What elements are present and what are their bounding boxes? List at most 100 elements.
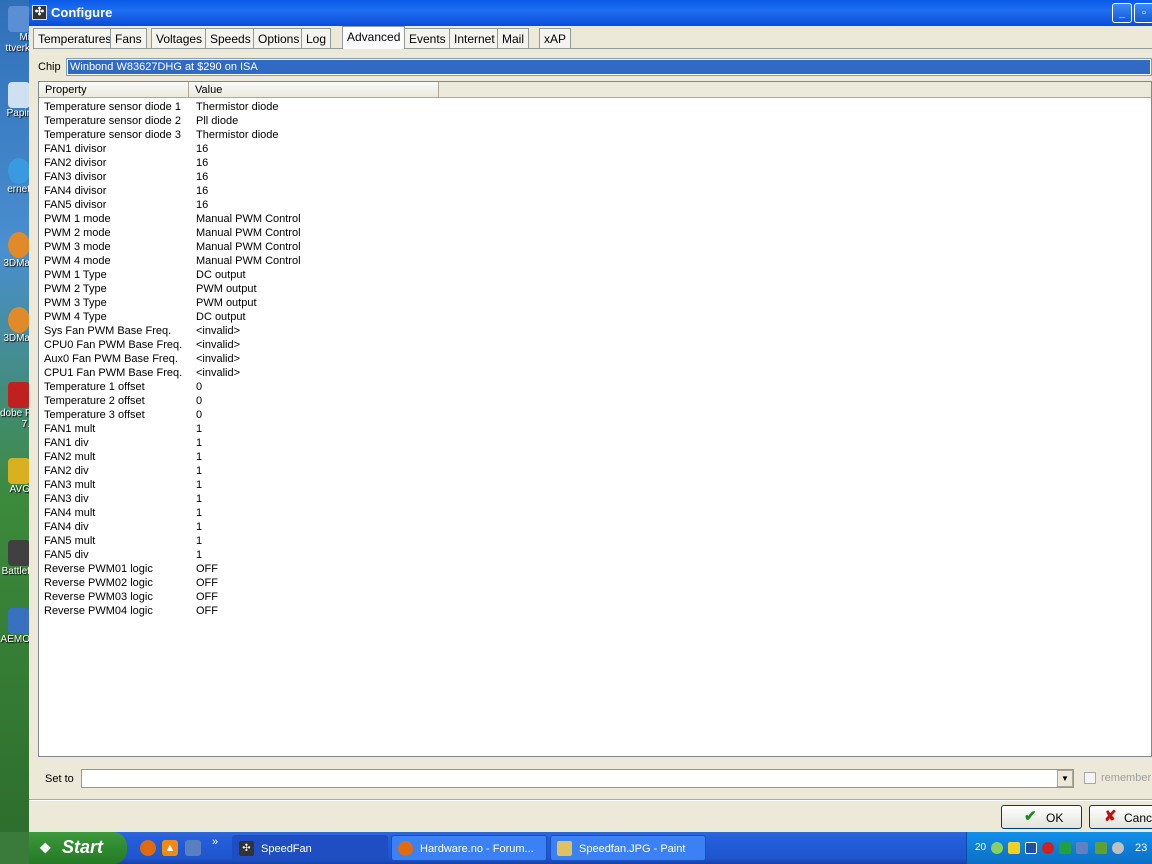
antivirus-icon[interactable]	[1042, 842, 1054, 854]
table-row[interactable]: FAN3 mult 1	[39, 478, 1151, 492]
table-row[interactable]: PWM 2 mode Manual PWM Control	[39, 226, 1151, 240]
tab-speeds[interactable]: Speeds	[205, 28, 256, 48]
chevron-down-icon[interactable]: ▼	[1057, 770, 1073, 787]
desktop-icon-avg[interactable]: AVG	[0, 458, 30, 495]
table-row[interactable]: Temperature sensor diode 2 Pll diode	[39, 114, 1151, 128]
desktop-icon-battlefield[interactable]: Battlef	[0, 540, 30, 577]
table-row[interactable]: Temperature sensor diode 3 Thermistor dio…	[39, 128, 1151, 142]
table-row[interactable]: PWM 4 Type DC output	[39, 310, 1151, 324]
desktop-icon-network[interactable]: Mi ttverk	[0, 6, 30, 54]
task-firefox[interactable]: Hardware.no - Forum...	[391, 835, 547, 861]
volume-icon[interactable]	[1112, 842, 1124, 854]
set-to-combobox[interactable]	[81, 769, 1074, 788]
table-row[interactable]: FAN5 divisor 16	[39, 198, 1151, 212]
tab-voltages[interactable]: Voltages	[151, 28, 208, 48]
title-bar[interactable]: ✣ Configure _ ▫	[29, 0, 1152, 26]
row-property: FAN1 divisor	[44, 143, 107, 155]
network-tray-icon[interactable]	[1076, 842, 1088, 854]
desktop-icon-recycle[interactable]: Papir	[0, 82, 30, 119]
table-row[interactable]: FAN4 div 1	[39, 520, 1151, 534]
row-value: PWM output	[196, 283, 257, 295]
tab-log[interactable]: Log	[301, 28, 332, 48]
start-button[interactable]: ❖ Start	[29, 832, 127, 864]
3dmark-icon	[8, 307, 30, 333]
task-paint[interactable]: Speedfan.JPG - Paint	[550, 835, 706, 861]
vlc-icon[interactable]: ▲	[162, 840, 178, 856]
table-row[interactable]: PWM 1 Type DC output	[39, 268, 1151, 282]
tab-temperatures[interactable]: Temperatures	[33, 28, 117, 48]
desktop-icon-aemon[interactable]: AEMO	[0, 608, 30, 645]
firefox-icon[interactable]	[140, 840, 156, 856]
table-row[interactable]: FAN4 mult 1	[39, 506, 1151, 520]
minimize-button[interactable]: _	[1112, 3, 1132, 23]
remember-checkbox[interactable]	[1084, 772, 1096, 784]
column-header-property[interactable]: Property	[39, 82, 189, 97]
tab-advanced[interactable]: Advanced	[342, 26, 406, 49]
table-row[interactable]: FAN1 mult 1	[39, 422, 1151, 436]
table-row[interactable]: PWM 1 mode Manual PWM Control	[39, 212, 1151, 226]
task-label: Hardware.no - Forum...	[420, 843, 534, 855]
table-row[interactable]: FAN2 div 1	[39, 464, 1151, 478]
user-icon[interactable]	[991, 842, 1003, 854]
row-property: Temperature 1 offset	[44, 381, 145, 393]
row-property: Reverse PWM01 logic	[44, 563, 153, 575]
table-row[interactable]: Temperature 3 offset 0	[39, 408, 1151, 422]
desktop-icon-label: Battlef	[1, 566, 30, 577]
table-row[interactable]: CPU0 Fan PWM Base Freq. <invalid>	[39, 338, 1151, 352]
desktop-icon-ie[interactable]: ernet	[0, 158, 30, 195]
tab-fans[interactable]: Fans	[110, 28, 147, 48]
configure-window: ✣ Configure _ ▫ Temperatures Fans Voltag…	[29, 0, 1152, 832]
maximize-button[interactable]: ▫	[1134, 3, 1152, 23]
table-row[interactable]: Reverse PWM04 logic OFF	[39, 604, 1151, 618]
table-row[interactable]: CPU1 Fan PWM Base Freq. <invalid>	[39, 366, 1151, 380]
column-header-value[interactable]: Value	[189, 82, 439, 97]
chip-select[interactable]: Winbond W83627DHG at $290 on ISA	[66, 58, 1152, 76]
table-row[interactable]: FAN2 divisor 16	[39, 156, 1151, 170]
cancel-button[interactable]: ✘ Cance	[1089, 805, 1152, 829]
table-row[interactable]: PWM 4 mode Manual PWM Control	[39, 254, 1151, 268]
quicklaunch-more-icon[interactable]: »	[209, 834, 221, 850]
tab-options[interactable]: Options	[253, 28, 305, 48]
desktop-icon-label: AEMO	[0, 634, 30, 645]
table-row[interactable]: Reverse PWM01 logic OFF	[39, 562, 1151, 576]
system-tray: 20 23	[966, 832, 1152, 864]
tab-events[interactable]: Events	[404, 28, 451, 48]
table-row[interactable]: Reverse PWM02 logic OFF	[39, 576, 1151, 590]
table-row[interactable]: FAN5 div 1	[39, 548, 1151, 562]
desktop-icon-adobe[interactable]: dobe F 7.	[0, 382, 30, 430]
table-row[interactable]: FAN1 divisor 16	[39, 142, 1151, 156]
table-row[interactable]: FAN3 divisor 16	[39, 170, 1151, 184]
show-desktop-icon[interactable]	[185, 840, 201, 856]
table-row[interactable]: FAN3 div 1	[39, 492, 1151, 506]
table-row[interactable]: Aux0 Fan PWM Base Freq. <invalid>	[39, 352, 1151, 366]
table-row[interactable]: FAN5 mult 1	[39, 534, 1151, 548]
msn-icon[interactable]	[1008, 842, 1020, 854]
row-property: FAN3 mult	[44, 479, 96, 491]
table-row[interactable]: PWM 3 mode Manual PWM Control	[39, 240, 1151, 254]
l-icon[interactable]	[1025, 842, 1037, 854]
desktop-icon-3dmark-2[interactable]: 3DMa	[0, 307, 30, 344]
table-row[interactable]: Reverse PWM03 logic OFF	[39, 590, 1151, 604]
ok-button[interactable]: ✔ OK	[1001, 805, 1082, 829]
table-row[interactable]: Temperature 1 offset 0	[39, 380, 1151, 394]
tab-mail[interactable]: Mail	[497, 28, 530, 48]
table-row[interactable]: FAN2 mult 1	[39, 450, 1151, 464]
task-speedfan[interactable]: ✣ SpeedFan	[232, 835, 388, 861]
row-property: FAN2 divisor	[44, 157, 107, 169]
table-row[interactable]: PWM 3 Type PWM output	[39, 296, 1151, 310]
table-row[interactable]: FAN4 divisor 16	[39, 184, 1151, 198]
firefox-icon	[398, 841, 413, 856]
table-row[interactable]: Sys Fan PWM Base Freq. <invalid>	[39, 324, 1151, 338]
table-row[interactable]: FAN1 div 1	[39, 436, 1151, 450]
speedfan-tray-icon[interactable]	[1059, 842, 1071, 854]
row-value: Manual PWM Control	[196, 255, 301, 267]
property-table: Property Value Temperature sensor diode …	[38, 81, 1152, 757]
desktop-icon-3dmark-1[interactable]: 3DMa	[0, 232, 30, 269]
table-row[interactable]: Temperature sensor diode 1 Thermistor dio…	[39, 100, 1151, 114]
table-row[interactable]: PWM 2 Type PWM output	[39, 282, 1151, 296]
nvidia-icon[interactable]	[1095, 842, 1107, 854]
table-row[interactable]: Temperature 2 offset 0	[39, 394, 1151, 408]
row-value: 1	[196, 535, 203, 547]
tab-xap[interactable]: xAP	[539, 28, 572, 48]
tab-internet[interactable]: Internet	[449, 28, 500, 48]
